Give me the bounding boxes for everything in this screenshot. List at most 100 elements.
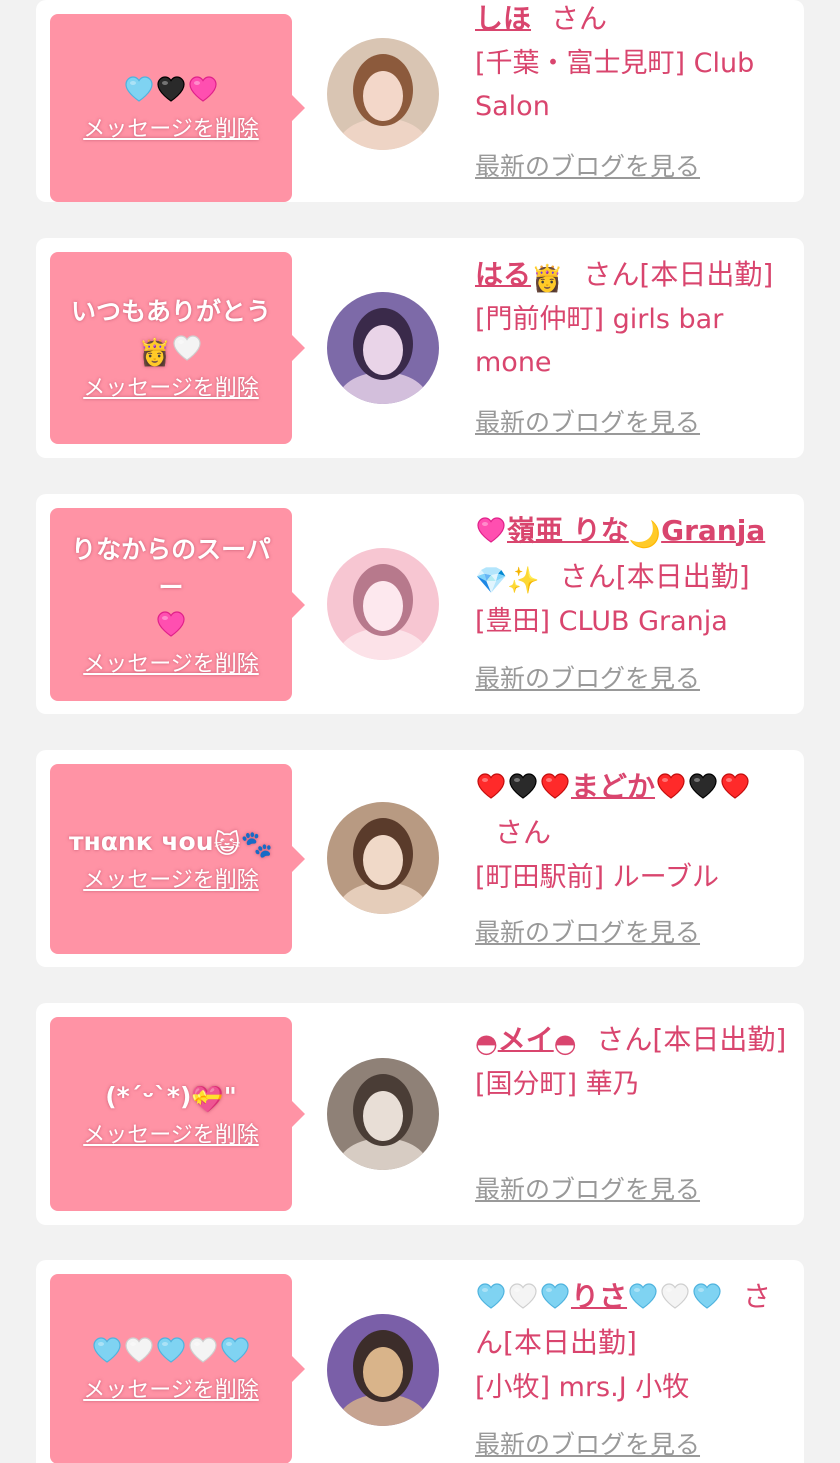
princess-icon: 👸 bbox=[531, 264, 564, 294]
heart-red-icon bbox=[476, 769, 506, 799]
cat-icon: 😺 bbox=[213, 830, 241, 860]
profile-name: メイ bbox=[497, 1023, 554, 1056]
latest-blog-link[interactable]: 最新のブログを見る bbox=[475, 1175, 700, 1205]
message-card: (*ˊᵕˋ*)💝" メッセージを削除 ◓メイ◓ さん[本日出勤] [国分町] 華乃最新の… bbox=[36, 1003, 804, 1225]
message-text: тнαnк чou😺🐾 bbox=[69, 823, 273, 861]
shop-name: [門前仲町] girls bar mone bbox=[475, 304, 724, 378]
moon-icon: 🌙 bbox=[628, 520, 662, 550]
profile-name-link[interactable]: まどか bbox=[475, 770, 751, 803]
profile-name-link[interactable]: りさ bbox=[475, 1280, 723, 1313]
attendance-status: [本日出勤] bbox=[503, 1326, 637, 1359]
avatar[interactable] bbox=[327, 38, 439, 150]
avatar[interactable] bbox=[327, 292, 439, 404]
avatar[interactable] bbox=[327, 802, 439, 914]
latest-blog-link[interactable]: 最新のブログを見る bbox=[475, 152, 700, 182]
heart-magenta-icon bbox=[156, 609, 186, 639]
eye-mark-icon: ◓ bbox=[553, 1029, 577, 1059]
profile-info: りさ さん[本日出勤] [小牧] mrs.J 小牧 bbox=[475, 1274, 790, 1409]
honorific: さん bbox=[551, 2, 608, 35]
honorific: さん bbox=[559, 560, 616, 593]
message-card: いつもありがとう 👸 メッセージを削除 はる👸 さん[本日出勤] [門前仲町] girls… bbox=[36, 238, 804, 458]
heart-white-icon bbox=[188, 1335, 218, 1365]
avatar[interactable] bbox=[327, 548, 439, 660]
latest-blog-link[interactable]: 最新のブログを見る bbox=[475, 1430, 700, 1460]
name-line: しほ さん bbox=[475, 0, 790, 42]
sparkles-icon: ✨ bbox=[507, 566, 540, 596]
profile-name: りさ bbox=[571, 1280, 628, 1313]
message-text: りなからのスーパー bbox=[60, 531, 282, 645]
message-card: メッセージを削除 りさ さん[本日出勤] [小牧] mrs.J 小牧 最新のブログを見る bbox=[36, 1260, 804, 1463]
honorific: さん bbox=[596, 1023, 653, 1056]
message-text-content: いつもありがとう bbox=[70, 297, 271, 326]
name-line: りさ さん[本日出勤] bbox=[475, 1274, 790, 1366]
name-line: まどかさん bbox=[475, 764, 790, 856]
honorific: さん bbox=[583, 258, 640, 291]
delete-message-link[interactable]: メッセージを削除 bbox=[83, 375, 259, 403]
attendance-status: [本日出勤] bbox=[639, 258, 774, 291]
profile-name: まどか bbox=[571, 770, 656, 803]
profile-info: はる👸 さん[本日出勤] [門前仲町] girls bar mone bbox=[475, 252, 790, 384]
name-line: ◓メイ◓ さん[本日出勤] bbox=[475, 1017, 790, 1063]
avatar-photo bbox=[327, 292, 439, 404]
message-bubble: (*ˊᵕˋ*)💝" メッセージを削除 bbox=[50, 1017, 305, 1211]
profile-info: 嶺亜 りな🌙Granja 💎✨ さん[本日出勤] [豊田] CLUB Granja bbox=[475, 508, 790, 643]
profile-name: しほ bbox=[475, 2, 532, 35]
delete-message-link[interactable]: メッセージを削除 bbox=[83, 1377, 259, 1405]
avatar-photo bbox=[327, 38, 439, 150]
message-text bbox=[91, 1333, 251, 1371]
message-text bbox=[123, 72, 219, 110]
heart-white-icon bbox=[508, 1279, 538, 1309]
message-card-list: メッセージを削除 しほ さん [千葉・富士見町] Club Salon 最新のブログを見… bbox=[0, 0, 840, 1463]
delete-message-link[interactable]: メッセージを削除 bbox=[83, 651, 259, 679]
message-bubble: тнαnк чou😺🐾 メッセージを削除 bbox=[50, 764, 305, 954]
avatar-photo bbox=[327, 1058, 439, 1170]
message-text-content: (*ˊᵕˋ*) bbox=[105, 1082, 192, 1111]
shop-name: [豊田] CLUB Granja bbox=[475, 606, 728, 637]
heart-blue-icon bbox=[628, 1279, 658, 1309]
message-bubble: メッセージを削除 bbox=[50, 1274, 305, 1463]
message-text-content: тнαnк чou bbox=[68, 827, 214, 856]
heart-black-icon bbox=[688, 769, 718, 799]
profile-info: まどかさん [町田駅前] ルーブル bbox=[475, 764, 790, 899]
shop-name: [千葉・富士見町] Club Salon bbox=[475, 48, 755, 122]
shop-name: [国分町] 華乃 bbox=[475, 1069, 640, 1100]
avatar[interactable] bbox=[327, 1314, 439, 1426]
delete-message-link[interactable]: メッセージを削除 bbox=[83, 1122, 259, 1150]
delete-message-link[interactable]: メッセージを削除 bbox=[83, 116, 259, 144]
profile-name-link[interactable]: はる👸 bbox=[475, 258, 564, 294]
message-card: メッセージを削除 しほ さん [千葉・富士見町] Club Salon 最新のブログを見… bbox=[36, 0, 804, 202]
delete-message-link[interactable]: メッセージを削除 bbox=[83, 867, 259, 895]
avatar-photo bbox=[327, 802, 439, 914]
honorific: さん bbox=[495, 816, 552, 849]
avatar[interactable] bbox=[327, 1058, 439, 1170]
attendance-status: [本日出勤] bbox=[652, 1023, 787, 1056]
latest-blog-link[interactable]: 最新のブログを見る bbox=[475, 918, 700, 948]
latest-blog-link[interactable]: 最新のブログを見る bbox=[475, 408, 700, 438]
princess-icon: 👸 bbox=[138, 338, 172, 368]
gem-icon: 💎 bbox=[475, 566, 508, 596]
heart-blue-icon bbox=[220, 1335, 250, 1365]
heart-white-icon bbox=[172, 333, 202, 363]
shop-name: [町田駅前] ルーブル bbox=[475, 862, 720, 893]
eye-mark-icon: ◓ bbox=[475, 1029, 498, 1059]
heart-blue-icon bbox=[476, 1279, 506, 1309]
heart-red-icon bbox=[720, 769, 750, 799]
heart-white-icon bbox=[124, 1335, 154, 1365]
message-bubble: メッセージを削除 bbox=[50, 14, 305, 202]
profile-name-link[interactable]: しほ bbox=[475, 2, 531, 35]
latest-blog-link[interactable]: 最新のブログを見る bbox=[475, 664, 700, 694]
profile-name: 嶺亜 りな bbox=[507, 514, 629, 547]
profile-name-link[interactable]: ◓メイ◓ bbox=[475, 1023, 577, 1059]
message-card: りなからのスーパー メッセージを削除 嶺亜 りな🌙Granja 💎✨ さん[本日出勤] [… bbox=[36, 494, 804, 714]
message-text: (*ˊᵕˋ*)💝" bbox=[105, 1078, 237, 1116]
profile-info: しほ さん [千葉・富士見町] Club Salon bbox=[475, 0, 790, 128]
heart-red-icon bbox=[656, 769, 686, 799]
message-bubble: りなからのスーパーメッセージを削除 bbox=[50, 508, 305, 701]
name-line: はる👸 さん[本日出勤] bbox=[475, 252, 790, 298]
heart-blue-icon bbox=[92, 1335, 122, 1365]
profile-name: はる bbox=[475, 258, 532, 291]
shop-name: [小牧] mrs.J 小牧 bbox=[475, 1372, 690, 1403]
heart-blue-icon bbox=[692, 1279, 722, 1309]
heart-black-icon bbox=[156, 74, 186, 104]
heart-white-icon bbox=[660, 1279, 690, 1309]
